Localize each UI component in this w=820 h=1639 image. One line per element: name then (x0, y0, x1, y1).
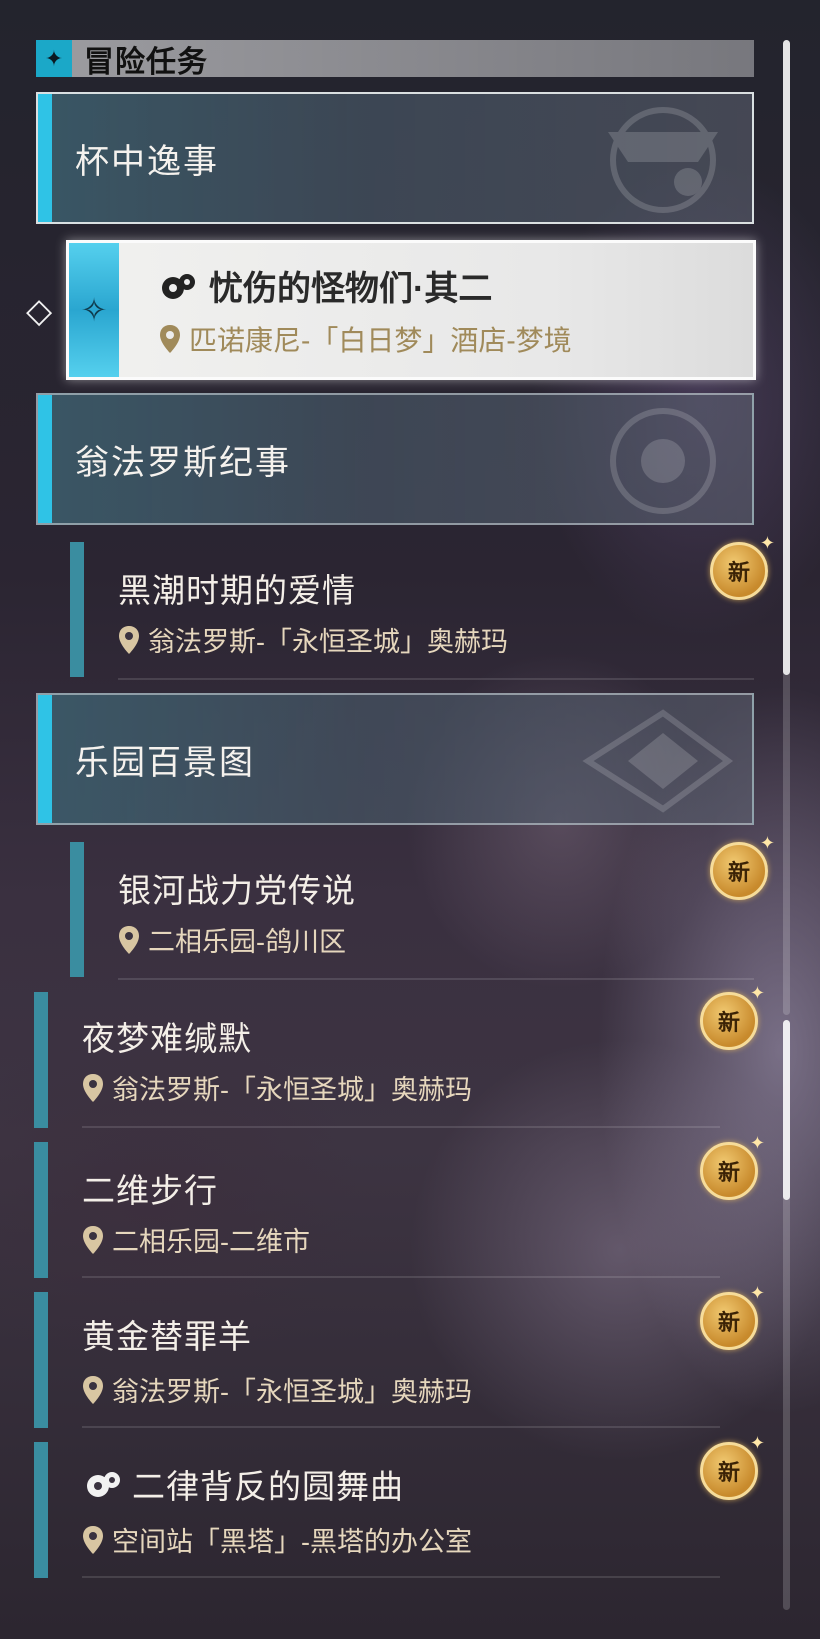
quest-location: 翁法罗斯-「永恒圣城」奥赫玛 (118, 620, 508, 659)
quest-location-text: 翁法罗斯-「永恒圣城」奥赫玛 (148, 627, 508, 657)
section-header: ✦ 冒险任务 (36, 40, 754, 79)
quest-location-text: 翁法罗斯-「永恒圣城」奥赫玛 (112, 1377, 472, 1407)
location-pin-icon (83, 1225, 103, 1254)
quest-accent-bar (34, 1442, 48, 1578)
category-title: 乐园百景图 (75, 743, 255, 782)
new-badge: 新 (700, 1133, 765, 1200)
category-title: 翁法罗斯纪事 (75, 443, 291, 482)
selected-tab-icon: ✧ (69, 243, 119, 377)
quest-title: 黄金替罪羊 (82, 1318, 252, 1355)
scrollbar-lower[interactable] (783, 1020, 790, 1610)
quest-item[interactable]: 二维步行 二相乐园-二维市 新 (0, 1133, 765, 1278)
quest-title: 夜梦难缄默 (82, 1020, 252, 1057)
quest-item[interactable]: 黄金替罪羊 翁法罗斯-「永恒圣城」奥赫玛 新 (0, 1283, 765, 1428)
scrollbar-thumb[interactable] (783, 1020, 790, 1200)
divider (82, 1126, 720, 1128)
quest-title-text: 忧伤的怪物们·其二 (209, 270, 493, 308)
new-badge: 新 (710, 833, 775, 900)
quest-item-selected[interactable]: ✧ 忧伤的怪物们·其二 匹诺康尼-「白日梦」酒店-梦境 (66, 240, 756, 380)
category-paradise-scenes[interactable]: 乐园百景图 (36, 693, 754, 825)
quest-item[interactable]: 二律背反的圆舞曲 空间站「黑塔」-黑塔的办公室 新 (0, 1433, 765, 1578)
location-pin-icon (160, 325, 180, 353)
emblem-icon (608, 107, 718, 213)
quest-location-text: 空间站「黑塔」-黑塔的办公室 (112, 1527, 472, 1557)
divider (118, 678, 754, 680)
new-badge: 新 (700, 983, 765, 1050)
quest-item[interactable]: 黑潮时期的爱情 翁法罗斯-「永恒圣城」奥赫玛 新 (36, 530, 775, 680)
divider (82, 1426, 720, 1428)
category-amphoreus-chronicles[interactable]: 翁法罗斯纪事 (36, 393, 754, 525)
new-badge: 新 (700, 1433, 765, 1500)
emblem-icon (610, 408, 716, 514)
quest-location: 匹诺康尼-「白日梦」酒店-梦境 (159, 319, 572, 359)
quest-title: 忧伤的怪物们·其二 (159, 261, 492, 310)
quest-location-text: 匹诺康尼-「白日梦」酒店-梦境 (189, 325, 572, 356)
sparkle-icon: ✦ (36, 40, 72, 77)
quest-title: 黑潮时期的爱情 (118, 572, 356, 609)
quest-title: 二律背反的圆舞曲 (84, 1460, 404, 1508)
quest-location: 翁法罗斯-「永恒圣城」奥赫玛 (82, 1068, 472, 1107)
quest-location: 空间站「黑塔」-黑塔的办公室 (82, 1520, 472, 1559)
divider (118, 978, 754, 980)
location-pin-icon (83, 1375, 103, 1404)
quest-location: 二相乐园-鸽川区 (118, 920, 346, 959)
quest-accent-bar (34, 1292, 48, 1428)
emblem-icon (582, 709, 734, 813)
category-accent-bar (38, 695, 52, 823)
category-accent-bar (38, 94, 52, 222)
quest-accent-bar (70, 842, 84, 977)
quest-location-text: 翁法罗斯-「永恒圣城」奥赫玛 (112, 1075, 472, 1105)
new-badge: 新 (700, 1283, 765, 1350)
section-title: 冒险任务 (84, 45, 208, 79)
quest-location-text: 二相乐园-二维市 (112, 1227, 310, 1257)
selection-marker-icon: ◇ (26, 292, 53, 330)
location-pin-icon (119, 625, 139, 654)
category-cup-anecdotes[interactable]: 杯中逸事 (36, 92, 754, 224)
location-pin-icon (119, 925, 139, 954)
divider (82, 1576, 720, 1578)
quest-title-text: 二律背反的圆舞曲 (132, 1468, 404, 1505)
category-title: 杯中逸事 (75, 142, 219, 181)
quest-location: 二相乐园-二维市 (82, 1220, 310, 1259)
new-badge: 新 (710, 533, 775, 600)
quest-item[interactable]: 银河战力党传说 二相乐园-鸽川区 新 (36, 830, 775, 980)
quest-title: 二维步行 (82, 1172, 218, 1209)
quest-accent-bar (70, 542, 84, 677)
scrollbar-thumb[interactable] (783, 40, 790, 675)
quest-location-text: 二相乐园-鸽川区 (148, 927, 346, 957)
location-pin-icon (83, 1073, 103, 1102)
scrollbar-upper[interactable] (783, 40, 790, 1015)
location-pin-icon (83, 1525, 103, 1554)
quest-item[interactable]: 夜梦难缄默 翁法罗斯-「永恒圣城」奥赫玛 新 (0, 983, 765, 1128)
quest-location: 翁法罗斯-「永恒圣城」奥赫玛 (82, 1370, 472, 1409)
quest-accent-bar (34, 1142, 48, 1278)
quest-accent-bar (34, 992, 48, 1128)
category-accent-bar (38, 395, 52, 523)
divider (82, 1276, 720, 1278)
path-icon (87, 1472, 120, 1497)
quest-title: 银河战力党传说 (118, 872, 356, 909)
path-icon (162, 273, 195, 299)
